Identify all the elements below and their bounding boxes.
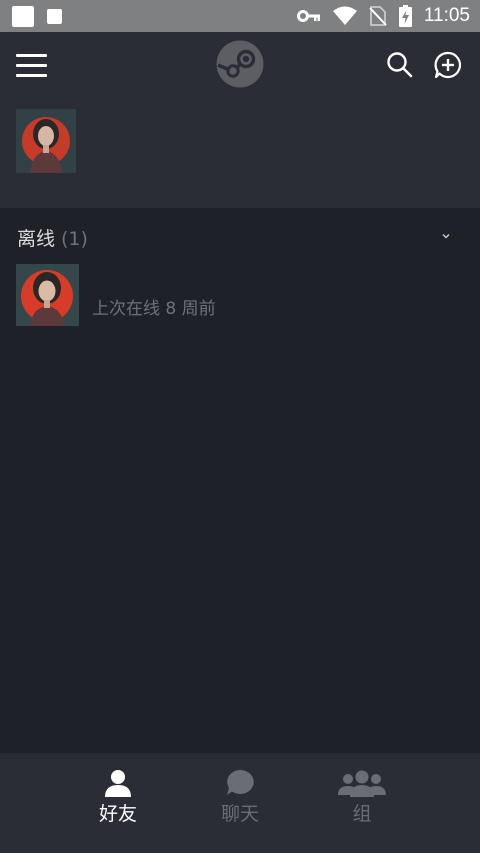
no-sim-icon xyxy=(369,6,387,26)
tab-chat-label: 聊天 xyxy=(220,803,259,825)
status-bar-system-icons: 11:05 xyxy=(296,0,470,32)
notification-square-icon xyxy=(12,6,34,27)
group-icon xyxy=(338,770,386,797)
tab-friends[interactable]: 好友 xyxy=(68,769,168,839)
battery-charging-icon xyxy=(398,5,412,27)
search-icon[interactable] xyxy=(385,50,415,80)
hamburger-icon[interactable] xyxy=(16,52,48,78)
steam-logo xyxy=(216,40,264,88)
section-title-label: 离线 xyxy=(17,228,56,250)
tab-groups[interactable]: 组 xyxy=(312,769,412,839)
section-count: (1) xyxy=(61,228,88,250)
status-bar-notifications xyxy=(12,6,62,27)
wifi-icon xyxy=(332,6,357,25)
bottom-nav: 好友 聊天 组 xyxy=(0,753,480,853)
user-avatar[interactable] xyxy=(16,109,76,173)
friend-avatar xyxy=(16,264,79,326)
chat-bubble-icon xyxy=(227,769,254,795)
offline-section-header[interactable]: 离线 (1) xyxy=(0,208,480,264)
add-chat-icon[interactable] xyxy=(433,50,463,80)
section-title: 离线 (1) xyxy=(17,224,88,251)
status-bar: 11:05 xyxy=(0,0,480,32)
tab-chat[interactable]: 聊天 xyxy=(190,769,290,839)
tab-groups-label: 组 xyxy=(352,803,372,825)
friend-list-item[interactable]: 上次在线 8 周前 xyxy=(0,262,480,328)
friend-last-online: 上次在线 8 周前 xyxy=(92,299,216,319)
vpn-key-icon xyxy=(296,10,320,22)
status-bar-time: 11:05 xyxy=(423,5,470,26)
chevron-down-icon[interactable] xyxy=(440,230,452,242)
app-header xyxy=(0,32,480,208)
notification-square-icon xyxy=(47,9,62,24)
friends-icon xyxy=(105,770,131,797)
tab-friends-label: 好友 xyxy=(98,803,137,825)
